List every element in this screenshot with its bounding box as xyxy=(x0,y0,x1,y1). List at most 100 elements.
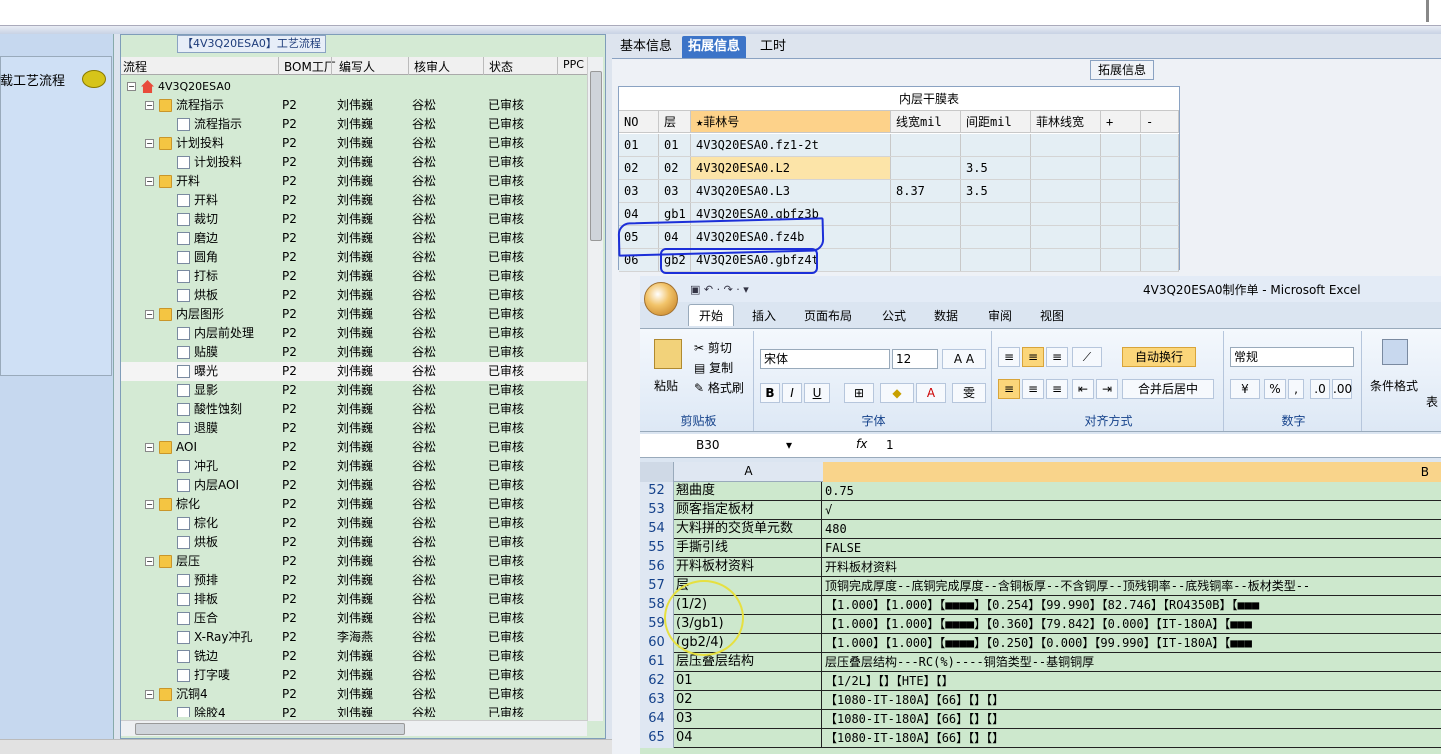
row-number[interactable]: 52 xyxy=(640,482,674,501)
collapse-toggle-icon[interactable]: − xyxy=(145,101,154,110)
wrap-text-button[interactable]: 自动换行 xyxy=(1122,347,1196,367)
tree-row[interactable]: − 棕化 P2 刘伟巍 谷松 已审核 xyxy=(121,495,587,514)
col-header-ppc[interactable]: PPC xyxy=(563,58,584,71)
row-number[interactable]: 61 xyxy=(640,653,674,672)
tree-row[interactable]: 贴膜 P2 刘伟巍 谷松 已审核 xyxy=(121,343,587,362)
increase-indent-button[interactable]: ⇥ xyxy=(1096,379,1118,399)
table-cell[interactable] xyxy=(1101,180,1141,202)
tree-row[interactable]: 内层前处理 P2 刘伟巍 谷松 已审核 xyxy=(121,324,587,343)
sheet-cell[interactable]: FALSE xyxy=(823,539,1441,558)
orientation-button[interactable]: ⟋ xyxy=(1072,347,1102,367)
table-cell[interactable] xyxy=(961,134,1031,156)
tree-row[interactable]: 圆角 P2 刘伟巍 谷松 已审核 xyxy=(121,248,587,267)
sheet-cell[interactable]: 01 xyxy=(675,672,822,691)
tree-row[interactable]: 内层AOI P2 刘伟巍 谷松 已审核 xyxy=(121,476,587,495)
collapse-toggle-icon[interactable]: − xyxy=(145,557,154,566)
tree-row[interactable]: 除胶4 P2 刘伟巍 谷松 已审核 xyxy=(121,704,587,717)
table-cell[interactable]: 02 xyxy=(659,157,691,179)
tree-horizontal-scrollbar[interactable] xyxy=(121,720,587,736)
sheet-cell[interactable]: 大料拼的交货单元数 xyxy=(675,520,822,539)
tree-row[interactable]: 预排 P2 刘伟巍 谷松 已审核 xyxy=(121,571,587,590)
ribbon-tab-formulas[interactable]: 公式 xyxy=(882,307,906,324)
align-center-button[interactable]: ≡ xyxy=(1022,379,1044,399)
collapse-toggle-icon[interactable]: − xyxy=(145,177,154,186)
sheet-cell[interactable]: 【1.000】【1.000】【■■■■】【0.360】【79.842】【0.00… xyxy=(823,615,1441,634)
sheet-cell[interactable]: √ xyxy=(823,501,1441,520)
merge-center-button[interactable]: 合并后居中 xyxy=(1122,379,1214,399)
font-color-button[interactable]: A xyxy=(916,383,946,403)
table-header-cell[interactable]: 线宽mil xyxy=(891,111,961,132)
tree-row[interactable]: 打标 P2 刘伟巍 谷松 已审核 xyxy=(121,267,587,286)
tree-row[interactable]: 排板 P2 刘伟巍 谷松 已审核 xyxy=(121,590,587,609)
row-number[interactable]: 62 xyxy=(640,672,674,691)
tree-row[interactable]: 烘板 P2 刘伟巍 谷松 已审核 xyxy=(121,286,587,305)
table-header-cell[interactable]: - xyxy=(1141,111,1179,132)
table-format-button[interactable]: 表 xyxy=(1426,393,1438,410)
paste-button[interactable]: 粘贴 xyxy=(654,377,678,394)
sheet-cell[interactable]: 开料板材资料 xyxy=(675,558,822,577)
table-cell[interactable]: 03 xyxy=(659,180,691,202)
collapse-toggle-icon[interactable]: − xyxy=(145,310,154,319)
tab-basic-info[interactable]: 基本信息 xyxy=(614,36,678,58)
table-cell[interactable]: 01 xyxy=(619,134,659,156)
table-cell[interactable] xyxy=(1141,203,1179,225)
sheet-cell[interactable]: 【1.000】【1.000】【■■■■】【0.250】【0.000】【99.99… xyxy=(823,634,1441,653)
table-cell[interactable]: 4V3Q20ESA0.L2 xyxy=(691,157,891,179)
tree-row[interactable]: 流程指示 P2 刘伟巍 谷松 已审核 xyxy=(121,115,587,134)
table-header-cell[interactable]: 菲林线宽 xyxy=(1031,111,1101,132)
table-cell[interactable] xyxy=(891,249,961,271)
fx-icon[interactable]: fx xyxy=(856,437,867,451)
tree-row[interactable]: − 层压 P2 刘伟巍 谷松 已审核 xyxy=(121,552,587,571)
ribbon-tab-review[interactable]: 审阅 xyxy=(988,307,1012,324)
tree-row[interactable]: 计划投料 P2 刘伟巍 谷松 已审核 xyxy=(121,153,587,172)
table-cell[interactable] xyxy=(1031,203,1101,225)
table-row[interactable]: 03 03 4V3Q20ESA0.L3 8.37 3.5 xyxy=(619,180,1179,203)
row-number[interactable]: 56 xyxy=(640,558,674,577)
increase-decimal-button[interactable]: .0 xyxy=(1310,379,1330,399)
table-header-cell[interactable]: 层 xyxy=(659,111,691,132)
conditional-format-icon[interactable] xyxy=(1382,339,1408,365)
copy-button[interactable]: ▤ 复制 xyxy=(694,359,733,376)
table-cell[interactable] xyxy=(1101,134,1141,156)
name-box[interactable]: B30 xyxy=(696,438,720,452)
formula-input[interactable]: 1 xyxy=(886,438,894,452)
currency-button[interactable]: ¥ xyxy=(1230,379,1260,399)
top-scrollbar[interactable] xyxy=(1426,0,1429,22)
row-number[interactable]: 65 xyxy=(640,729,674,748)
table-cell[interactable] xyxy=(1101,249,1141,271)
row-number[interactable]: 54 xyxy=(640,520,674,539)
row-number[interactable]: 55 xyxy=(640,539,674,558)
table-header-cell[interactable]: ★菲林号 xyxy=(691,111,891,132)
sheet-cell[interactable]: 层压叠层结构 xyxy=(675,653,822,672)
table-cell[interactable] xyxy=(1101,157,1141,179)
tree-vscroll-thumb[interactable] xyxy=(590,71,602,241)
tree-row[interactable]: 打字唛 P2 刘伟巍 谷松 已审核 xyxy=(121,666,587,685)
collapse-toggle-icon[interactable]: − xyxy=(145,690,154,699)
collapse-toggle-icon[interactable]: − xyxy=(145,500,154,509)
table-cell[interactable] xyxy=(1141,249,1179,271)
name-box-dropdown-icon[interactable]: ▾ xyxy=(786,438,792,452)
ribbon-tab-insert[interactable]: 插入 xyxy=(752,307,776,324)
percent-button[interactable]: % xyxy=(1264,379,1286,399)
sheet-cell[interactable]: 【1080-IT-180A】【66】【】【】 xyxy=(823,691,1441,710)
tree-row[interactable]: 退膜 P2 刘伟巍 谷松 已审核 xyxy=(121,419,587,438)
row-number[interactable]: 53 xyxy=(640,501,674,520)
tree-row[interactable]: 压合 P2 刘伟巍 谷松 已审核 xyxy=(121,609,587,628)
bold-button[interactable]: B xyxy=(760,383,780,403)
table-cell[interactable]: 01 xyxy=(659,134,691,156)
tree-hscroll-thumb[interactable] xyxy=(135,723,405,735)
collapse-toggle-icon[interactable]: − xyxy=(145,443,154,452)
fill-color-button[interactable]: ◆ xyxy=(880,383,914,403)
col-header-writer[interactable]: 编写人 xyxy=(339,58,375,75)
align-top-button[interactable]: ≡ xyxy=(998,347,1020,367)
tree-row[interactable]: − 计划投料 P2 刘伟巍 谷松 已审核 xyxy=(121,134,587,153)
table-cell[interactable] xyxy=(1141,180,1179,202)
table-cell[interactable]: 3.5 xyxy=(961,180,1031,202)
sheet-cell[interactable]: 0.75 xyxy=(823,482,1441,501)
tree-row[interactable]: − 内层图形 P2 刘伟巍 谷松 已审核 xyxy=(121,305,587,324)
sheet-cell[interactable]: 层压叠层结构---RC(%)----铜箔类型--基铜铜厚 xyxy=(823,653,1441,672)
table-cell[interactable]: 4V3Q20ESA0.L3 xyxy=(691,180,891,202)
table-row[interactable]: 02 02 4V3Q20ESA0.L2 3.5 xyxy=(619,157,1179,180)
table-cell[interactable] xyxy=(1031,134,1101,156)
tree-row[interactable]: − 4V3Q20ESA0 xyxy=(121,77,587,96)
